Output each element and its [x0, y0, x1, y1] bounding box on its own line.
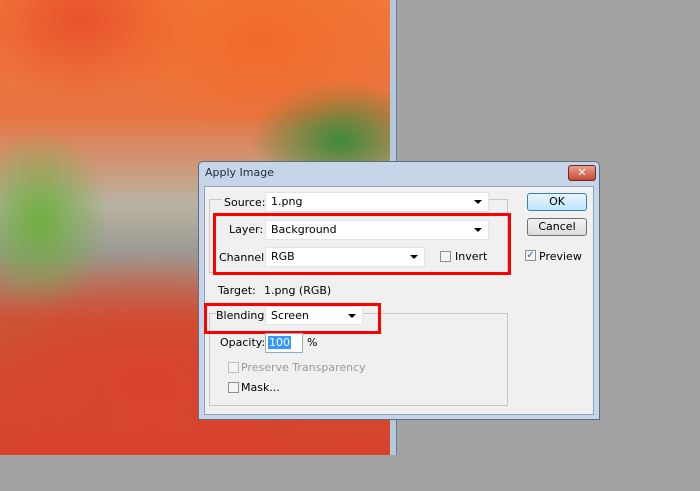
mask-checkbox[interactable] [228, 382, 239, 393]
ok-button[interactable]: OK [527, 193, 587, 211]
source-label: Source: [222, 196, 268, 209]
dialog-title: Apply Image [205, 166, 275, 179]
checkmark-icon: ✓ [526, 250, 535, 261]
target-value: 1.png (RGB) [264, 284, 332, 297]
opacity-unit: % [307, 336, 318, 349]
source-dropdown[interactable]: 1.png [265, 192, 489, 212]
opacity-input[interactable]: 100 [265, 333, 303, 353]
opacity-value: 100 [268, 336, 291, 349]
highlight-box-layer-channel [213, 213, 511, 275]
preview-checkbox[interactable]: ✓ [525, 250, 536, 261]
close-button[interactable]: ✕ [568, 165, 596, 181]
preserve-transparency-checkbox[interactable] [228, 362, 239, 373]
preserve-transparency-label: Preserve Transparency [241, 361, 366, 374]
highlight-box-blending [204, 303, 381, 334]
source-value: 1.png [271, 195, 303, 208]
cancel-button[interactable]: Cancel [527, 218, 587, 236]
opacity-label: Opacity: [220, 336, 266, 349]
mask-label: Mask... [241, 381, 280, 394]
target-label: Target: [218, 284, 256, 297]
preview-label: Preview [539, 250, 582, 263]
chevron-down-icon [474, 200, 482, 204]
